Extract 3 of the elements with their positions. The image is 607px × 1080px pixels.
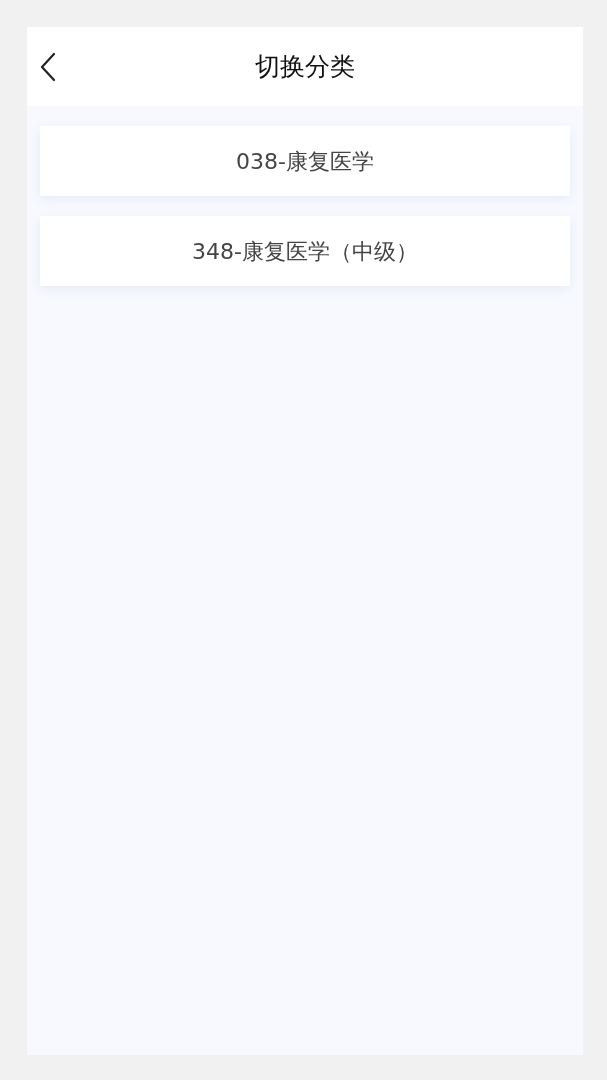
category-item[interactable]: 038-康复医学 [40,126,570,196]
page-title: 切换分类 [255,50,355,83]
category-item[interactable]: 348-康复医学（中级） [40,216,570,286]
